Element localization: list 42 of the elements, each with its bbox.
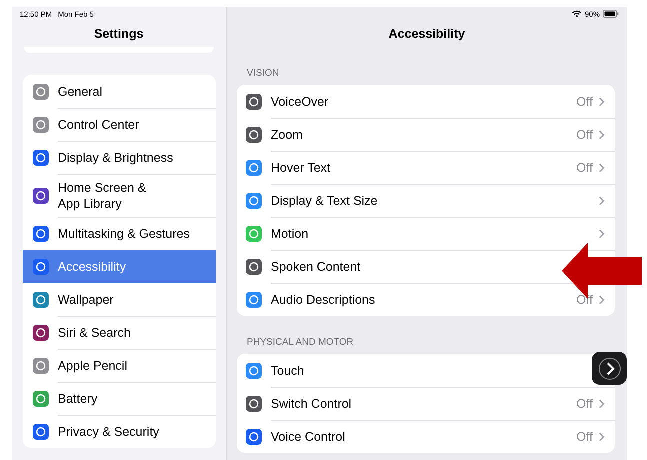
setting-label[interactable]: VoiceOver (271, 94, 329, 108)
battery-icon (603, 10, 619, 18)
sidebar-item[interactable]: Accessibility (23, 250, 216, 283)
setting-label[interactable]: Display & Text Size (271, 194, 378, 208)
chevron-icon[interactable] (599, 130, 605, 140)
sidebar-item[interactable]: Privacy & Security (23, 415, 216, 448)
setting-label[interactable]: Zoom (271, 128, 303, 142)
setting-value: Off (576, 293, 593, 307)
sidebar-item[interactable]: Control Center (23, 108, 216, 141)
chevron-icon[interactable] (599, 432, 605, 442)
chevron-icon[interactable] (599, 399, 605, 409)
sidebar-item[interactable]: Battery (23, 382, 216, 415)
chevron-icon[interactable] (599, 295, 605, 305)
wifi-icon (572, 10, 582, 18)
section-header: PHYSICAL AND MOTOR (246, 336, 355, 350)
setting-value: Off (576, 430, 593, 444)
chevron-icon[interactable] (599, 163, 605, 173)
chevron-icon[interactable] (599, 96, 605, 106)
setting-value: Off (576, 161, 593, 175)
sidebar-item[interactable]: Apple Pencil (23, 349, 216, 382)
chevron-circle-icon (598, 356, 622, 380)
sidebar-title: Settings (93, 26, 145, 43)
setting-value: Off (576, 128, 593, 142)
chevron-icon[interactable] (599, 196, 605, 206)
chevron-icon[interactable] (599, 229, 605, 239)
sidebar-item[interactable]: General (23, 75, 216, 108)
setting-value: Off (576, 94, 593, 108)
page-title: Accessibility (388, 26, 466, 43)
sidebar-item[interactable]: Wallpaper (23, 283, 216, 316)
setting-label[interactable]: Voice Control (271, 430, 346, 444)
setting-value: Off (576, 397, 593, 411)
setting-label[interactable]: Touch (271, 364, 304, 378)
setting-label[interactable]: Hover Text (271, 161, 331, 175)
assistive-touch-button[interactable] (592, 352, 627, 385)
setting-label[interactable]: Motion (271, 227, 309, 241)
sidebar-item[interactable]: Home Screen & App Library (23, 174, 216, 217)
setting-label[interactable]: Audio Descriptions (271, 293, 376, 307)
setting-label[interactable]: Switch Control (271, 397, 352, 411)
setting-label[interactable]: Spoken Content (271, 260, 361, 274)
sidebar-item[interactable]: Siri & Search (23, 316, 216, 349)
sidebar-item[interactable]: Display & Brightness (23, 141, 216, 174)
section-header: VISION (246, 67, 280, 81)
